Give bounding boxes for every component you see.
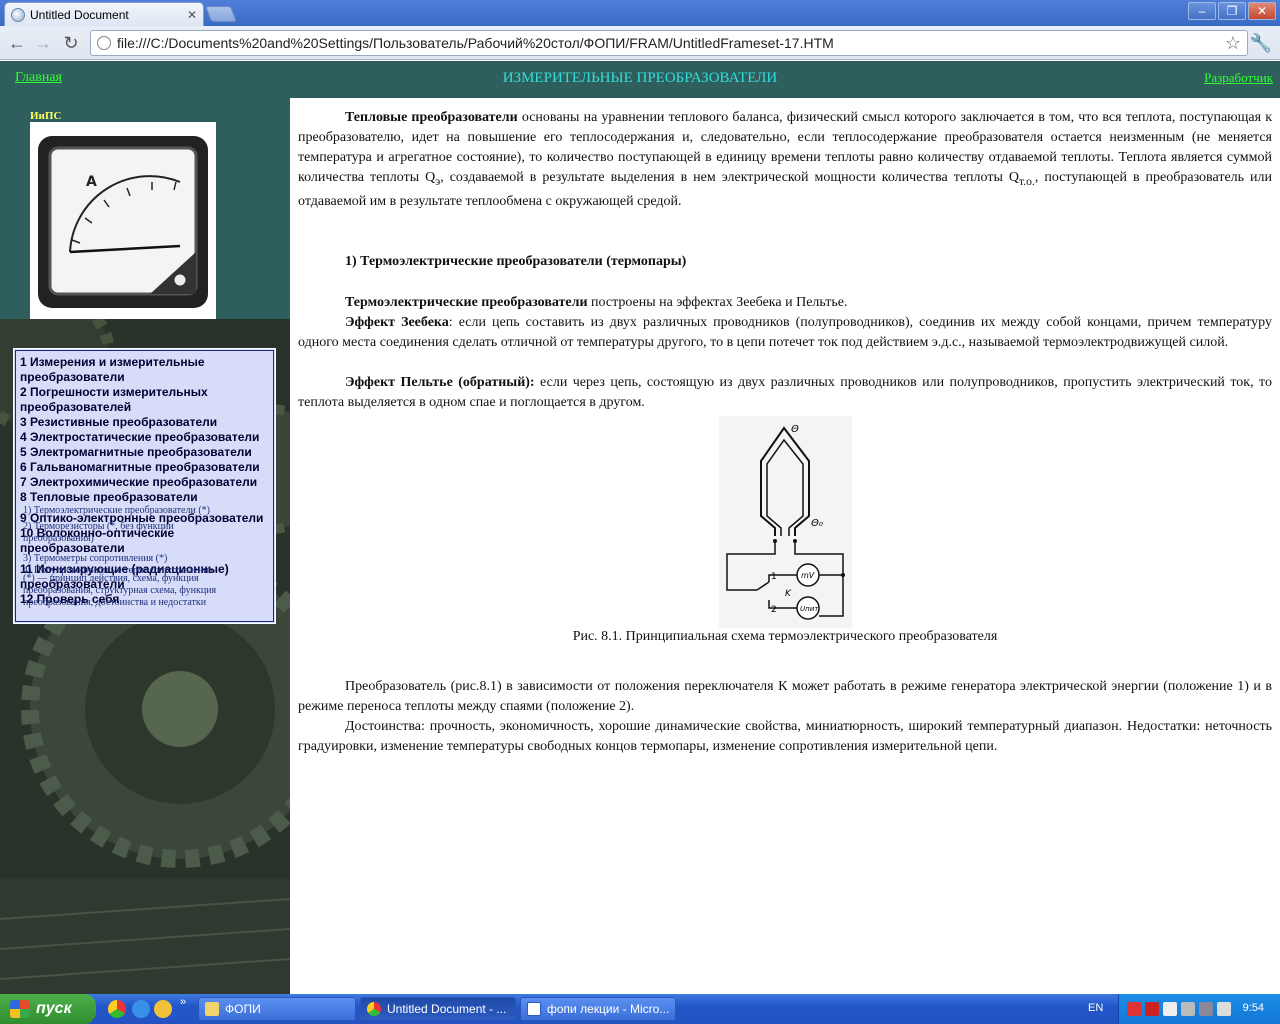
antivirus-icon[interactable] — [1127, 1002, 1141, 1016]
reload-icon[interactable]: ↻ — [60, 32, 82, 54]
address-bar[interactable]: file:///C:/Documents%20and%20Settings/По… — [90, 30, 1248, 56]
url-text: file:///C:/Documents%20and%20Settings/По… — [117, 35, 834, 51]
figure-caption: Рис. 8.1. Принципиальная схема термоэлек… — [572, 629, 998, 644]
shield-icon[interactable] — [1145, 1002, 1159, 1016]
task-browser[interactable]: Untitled Document - ... — [360, 997, 516, 1021]
globe-icon — [11, 7, 25, 22]
pros-cons-paragraph: Достоинства: прочность, экономичность, х… — [298, 717, 1272, 757]
close-window-button[interactable]: ✕ — [1248, 2, 1276, 20]
switch-pos-2: 2 — [771, 605, 777, 615]
start-label: пуск — [36, 1000, 72, 1017]
developer-link[interactable]: Разработчик — [1204, 70, 1273, 86]
network-icon[interactable] — [1163, 1002, 1177, 1016]
start-button[interactable]: пуск — [0, 994, 96, 1024]
menu-item-3[interactable]: 3 Резистивные преобразователи — [20, 415, 269, 430]
task-word[interactable]: фопи лекции - Micro... — [520, 997, 676, 1021]
content-frame: Тепловые преобразователи основаны на ура… — [290, 98, 1280, 994]
peltier-term: Эффект Пельтье (обратный): — [345, 375, 535, 390]
minimize-button[interactable]: – — [1188, 2, 1216, 20]
thermocouple-figure: Θ Θ₀ mV Uпит 1 2 K — [719, 416, 852, 628]
task-word-label: фопи лекции - Micro... — [547, 1002, 670, 1016]
page-title: ИЗМЕРИТЕЛЬНЫЕ ПРЕОБРАЗОВАТЕЛИ — [502, 70, 778, 86]
bookmark-star-icon[interactable]: ☆ — [1225, 33, 1241, 54]
menu-item-8[interactable]: 8 Тепловые преобразователи — [20, 490, 269, 505]
intro-paragraph: Тепловые преобразователи основаны на ура… — [298, 108, 1272, 212]
system-tray: 9:54 — [1118, 994, 1280, 1024]
section-heading: 1) Термоэлектрические преобразователи (т… — [345, 254, 687, 269]
submenu-item-2[interactable]: 2) Терморезисторы (*, без функции преобр… — [23, 521, 223, 545]
chrome-quicklaunch-icon[interactable] — [108, 1000, 126, 1018]
monitor-icon[interactable] — [1217, 1002, 1231, 1016]
quicklaunch-more-icon[interactable]: » — [180, 996, 186, 1008]
peltier-paragraph: Эффект Пельтье (обратный): если через це… — [298, 373, 1272, 413]
page-icon — [97, 36, 111, 50]
mv-label: mV — [801, 571, 815, 580]
supply-label: Uпит — [800, 605, 819, 613]
ammeter-image: A — [30, 122, 216, 319]
windows-flag-icon — [10, 1000, 30, 1018]
task-browser-label: Untitled Document - ... — [387, 1002, 507, 1016]
thermo-paragraph: Термоэлектрические преобразователи постр… — [298, 293, 1272, 313]
left-frame: ИиПС A 1 Измерения и измерительные преоб… — [0, 98, 290, 994]
seebeck-paragraph: Эффект Зеебека: если цепь составить из д… — [298, 313, 1272, 353]
intro-sub-2: т.о. — [1018, 174, 1035, 188]
top-frame: Главная ИЗМЕРИТЕЛЬНЫЕ ПРЕОБРАЗОВАТЕЛИ Ра… — [0, 61, 1280, 98]
pros-cons-text: Достоинства: прочность, экономичность, х… — [298, 719, 1272, 754]
word-icon — [527, 1002, 541, 1016]
task-folder[interactable]: ФОПИ — [198, 997, 356, 1021]
window-controls: – ❐ ✕ — [1188, 2, 1276, 20]
submenu-item-1[interactable]: 1) Термоэлектрические преобразователи (*… — [23, 505, 210, 517]
browser-tabstrip: Untitled Document ✕ – ❐ ✕ — [0, 0, 1280, 26]
task-folder-label: ФОПИ — [225, 1002, 261, 1016]
submenu-note: (*) — принцип действия, схема, функция п… — [23, 573, 217, 608]
wrench-menu-icon[interactable]: 🔧 — [1250, 33, 1272, 54]
intro-text-b: , создаваемой в результате выделения в н… — [440, 170, 1019, 185]
thermo-term: Термоэлектрические преобразователи — [345, 295, 588, 310]
menu-item-6[interactable]: 6 Гальваномагнитные преобразователи — [20, 460, 269, 475]
converter-text: Преобразователь (рис.8.1) в зависимости … — [298, 679, 1272, 714]
device-icon[interactable] — [1199, 1002, 1213, 1016]
browser-toolbar: ← → ↻ file:///C:/Documents%20and%20Setti… — [0, 26, 1280, 60]
chrome-icon — [367, 1002, 381, 1016]
navigation-menu: 1 Измерения и измерительные преобразоват… — [13, 348, 276, 624]
switch-label: K — [785, 589, 792, 599]
language-indicator[interactable]: EN — [1088, 1002, 1103, 1014]
converter-paragraph: Преобразователь (рис.8.1) в зависимости … — [298, 677, 1272, 717]
menu-item-4[interactable]: 4 Электростатические преобразователи — [20, 430, 269, 445]
switch-pos-1: 1 — [771, 572, 777, 582]
menu-item-5[interactable]: 5 Электромагнитные преобразователи — [20, 445, 269, 460]
volume-icon[interactable] — [1181, 1002, 1195, 1016]
new-tab-button[interactable] — [205, 6, 237, 22]
browser-tab[interactable]: Untitled Document ✕ — [4, 2, 204, 26]
close-tab-icon[interactable]: ✕ — [187, 8, 197, 22]
svg-text:A: A — [86, 174, 97, 190]
forward-icon[interactable]: → — [32, 32, 54, 54]
theta-label: Θ — [791, 424, 799, 435]
thermo-text: построены на эффектах Зеебека и Пельтье. — [587, 295, 848, 310]
media-quicklaunch-icon[interactable] — [154, 1000, 172, 1018]
tab-title: Untitled Document — [30, 7, 129, 22]
maximize-button[interactable]: ❐ — [1218, 2, 1246, 20]
taskbar: пуск » ФОПИ Untitled Document - ... фопи… — [0, 994, 1280, 1024]
back-icon[interactable]: ← — [6, 32, 28, 54]
logo-label: ИиПС — [30, 110, 62, 122]
folder-icon — [205, 1002, 219, 1016]
theta0-label: Θ₀ — [811, 518, 823, 529]
menu-item-1[interactable]: 1 Измерения и измерительные преобразоват… — [20, 355, 269, 385]
clock: 9:54 — [1242, 1002, 1264, 1014]
ie-quicklaunch-icon[interactable] — [132, 1000, 150, 1018]
intro-term: Тепловые преобразователи — [345, 110, 518, 125]
menu-item-2[interactable]: 2 Погрешности измерительных преобразоват… — [20, 385, 269, 415]
seebeck-term: Эффект Зеебека — [345, 315, 449, 330]
submenu-item-3[interactable]: 3) Термометры сопротивления (*) — [23, 553, 167, 565]
menu-item-7[interactable]: 7 Электрохимические преобразователи — [20, 475, 269, 490]
